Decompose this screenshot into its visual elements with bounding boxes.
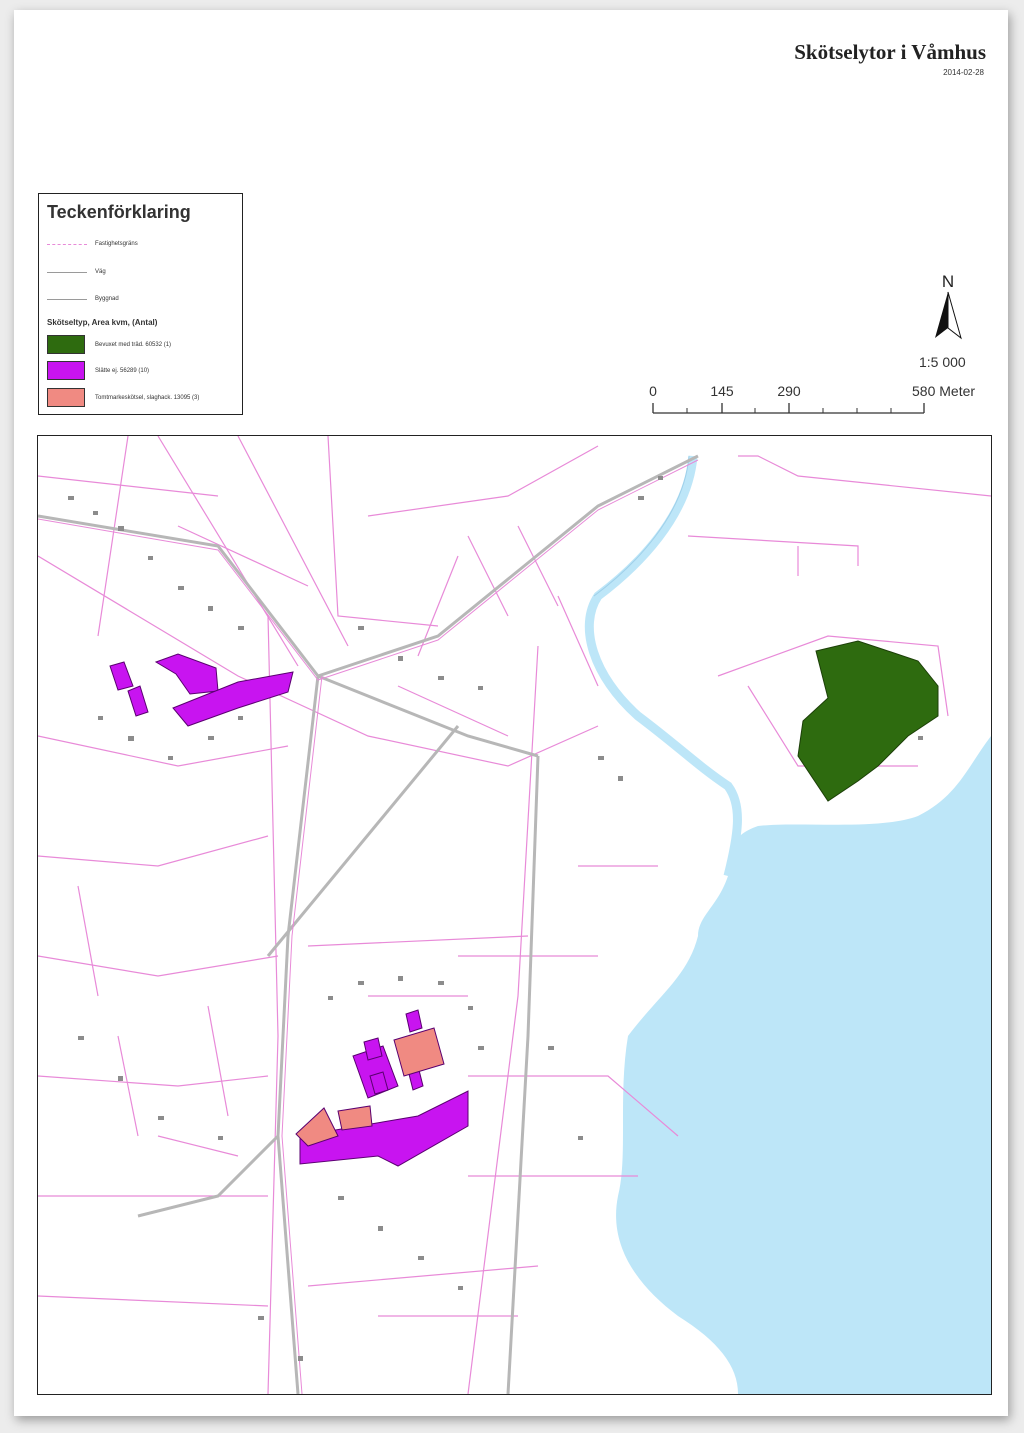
legend-subtitle: Skötseltyp, Area kvm, (Antal)	[47, 318, 158, 327]
legend-label-building: Byggnad	[95, 296, 119, 302]
scale-tick-580: 580 Meter	[912, 383, 975, 399]
map-title: Skötselytor i Våmhus	[794, 40, 986, 64]
area-mowing-south	[299, 1009, 469, 1167]
scale-bar: 0 145 290 580 Meter	[649, 383, 975, 414]
scale-ratio: 1:5 000	[919, 354, 966, 370]
scale-tick-145: 145	[710, 383, 734, 399]
lake	[616, 736, 991, 1394]
north-arrow-icon: N	[935, 272, 962, 340]
legend-swatch-trees	[47, 335, 85, 354]
legend-label-trees: Bevuxet med träd. 60532 (1)	[95, 342, 172, 348]
legend-swatch-mowing	[47, 361, 85, 380]
map-date: 2014-02-28	[943, 68, 984, 77]
map-canvas[interactable]	[38, 436, 991, 1394]
legend-line-road	[47, 272, 87, 273]
scale-tick-290: 290	[777, 383, 801, 399]
legend-label-property-boundary: Fastighetsgräns	[95, 241, 138, 247]
legend-label-mowing: Slätte ej. 56289 (10)	[95, 368, 150, 374]
river	[584, 455, 742, 878]
legend-label-road: Väg	[95, 269, 106, 275]
legend-label-flail: Tomtmarkeskötsel, slaghack. 13095 (3)	[95, 395, 200, 401]
legend-line-building	[47, 299, 87, 300]
legend-swatch-flail	[47, 388, 85, 407]
area-trees	[797, 640, 939, 802]
area-mowing-north	[109, 653, 294, 727]
legend: Teckenförklaring Fastighetsgräns Väg Byg…	[38, 193, 243, 415]
map-frame[interactable]	[37, 435, 992, 1395]
scale-tick-0: 0	[649, 383, 657, 399]
legend-line-property-boundary	[47, 244, 87, 245]
legend-title: Teckenförklaring	[47, 202, 191, 222]
north-label: N	[942, 272, 954, 291]
